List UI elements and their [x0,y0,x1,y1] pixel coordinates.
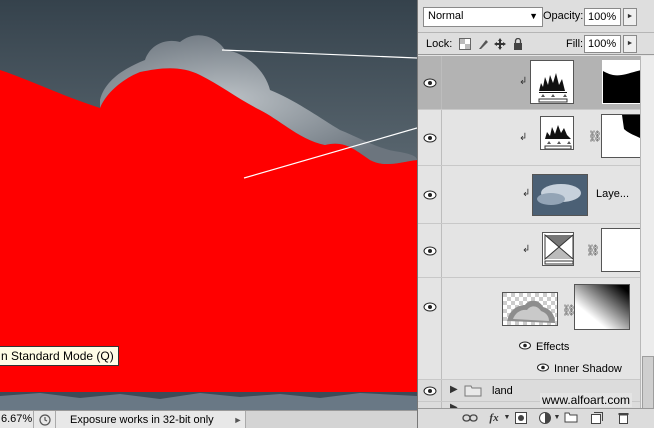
layers-list: ↲ ↲ ⛓ ↲ Laye... ↲ ⛓ ⛓ Effects Inner Shad… [418,56,640,408]
inner-shadow-visibility-eye-icon[interactable] [537,363,549,375]
visibility-eye-icon[interactable] [418,166,442,223]
layer-mask-thumbnail[interactable] [601,114,640,158]
trash-icon[interactable] [616,412,630,426]
fill-slider-arrow-icon[interactable]: ► [623,35,637,53]
link-chain-icon[interactable]: ⛓ [586,244,600,257]
lock-row: Lock: Fill: 100% ► [418,33,654,55]
eye-cell-empty [418,336,442,358]
lock-transparent-pixels-icon[interactable] [458,37,472,51]
inner-shadow-label: Inner Shadow [554,363,622,375]
layer-row-exposure[interactable]: ↲ ⛓ [418,224,640,278]
status-arrow-icon[interactable]: ► [231,415,245,425]
link-layers-icon[interactable] [462,412,478,426]
exposure-adjustment-thumbnail[interactable] [542,232,574,266]
expand-triangle-icon[interactable]: ▶ [450,384,458,395]
clipping-arrow-icon: ↲ [522,244,531,255]
scrollbar-thumb[interactable] [642,356,654,411]
adjustment-layer-icon[interactable] [538,412,552,426]
lock-label: Lock: [426,38,453,50]
document-canvas[interactable]: n Standard Mode (Q) [0,0,417,410]
sky-image-thumbnail[interactable] [532,174,588,216]
status-message: Exposure works in 32-bit only [70,413,214,426]
levels-adjustment-thumbnail[interactable] [530,60,574,104]
lock-all-icon[interactable] [511,37,525,51]
layer-mask-thumbnail[interactable] [601,228,640,272]
layers-panel: Normal ▼ Opacity: 100% ► Lock: Fill: 100… [417,0,654,428]
status-bar: 6.67% Exposure works in 32-bit only ► [0,410,417,428]
layer-mask-thumbnail[interactable] [574,284,630,330]
status-popup-icon[interactable] [34,411,56,428]
opacity-input[interactable]: 100% [584,8,621,26]
chevron-down-icon[interactable]: ▼ [502,414,512,428]
fill-label: Fill: [566,38,584,50]
new-layer-icon[interactable] [590,412,604,426]
visibility-eye-icon[interactable] [418,224,442,277]
horizontal-scrollbar[interactable] [245,411,417,428]
new-group-folder-icon[interactable] [564,412,578,426]
effects-row[interactable]: Effects [418,336,640,358]
add-mask-icon[interactable] [514,412,528,426]
group-name-label[interactable]: land [492,385,513,397]
fill-input[interactable]: 100% [584,35,621,53]
quick-mask-tooltip: n Standard Mode (Q) [0,346,119,366]
layers-vertical-scrollbar[interactable] [640,56,654,411]
folder-icon [464,384,482,400]
eye-cell-empty [418,358,442,379]
layers-panel-toolbar: fx ▼ ▼ [418,408,654,428]
blend-mode-value: Normal [428,10,464,22]
lock-image-pixels-icon[interactable] [476,37,490,51]
chevron-down-icon: ▼ [529,11,538,21]
lock-position-icon[interactable] [493,37,507,51]
layer-row-levels-2[interactable]: ↲ ⛓ [418,110,640,166]
effects-visibility-eye-icon[interactable] [519,341,531,353]
visibility-eye-icon[interactable] [418,380,442,401]
watermark-text: www.alfoart.com [540,393,633,407]
inner-shadow-row[interactable]: Inner Shadow [418,358,640,380]
visibility-eye-icon[interactable] [418,110,442,165]
layer-style-fx-icon[interactable]: fx [486,412,502,426]
clipping-arrow-icon: ↲ [519,132,528,143]
opacity-label: Opacity: [543,10,584,22]
clipping-arrow-icon: ↲ [519,76,528,87]
levels-adjustment-thumbnail[interactable] [540,116,574,150]
visibility-eye-icon[interactable] [418,56,442,109]
chevron-down-icon[interactable]: ▼ [552,414,562,428]
layer-row-cloud[interactable]: ⛓ [418,278,640,336]
blend-mode-select[interactable]: Normal ▼ [423,7,543,27]
cloud-image-thumbnail[interactable] [502,292,558,326]
layer-row-levels-1[interactable]: ↲ [418,56,640,110]
layer-mask-thumbnail[interactable] [602,60,640,104]
clipping-arrow-icon: ↲ [522,188,531,199]
layer-row-image[interactable]: ↲ Laye... [418,166,640,224]
zoom-level[interactable]: 6.67% [0,411,34,428]
effects-label: Effects [536,341,570,353]
visibility-eye-icon[interactable] [418,278,442,336]
opacity-slider-arrow-icon[interactable]: ► [623,8,637,26]
link-chain-icon[interactable]: ⛓ [588,130,602,143]
blend-options-row: Normal ▼ Opacity: 100% ► [418,0,654,33]
layer-name-label[interactable]: Laye... [596,188,629,200]
